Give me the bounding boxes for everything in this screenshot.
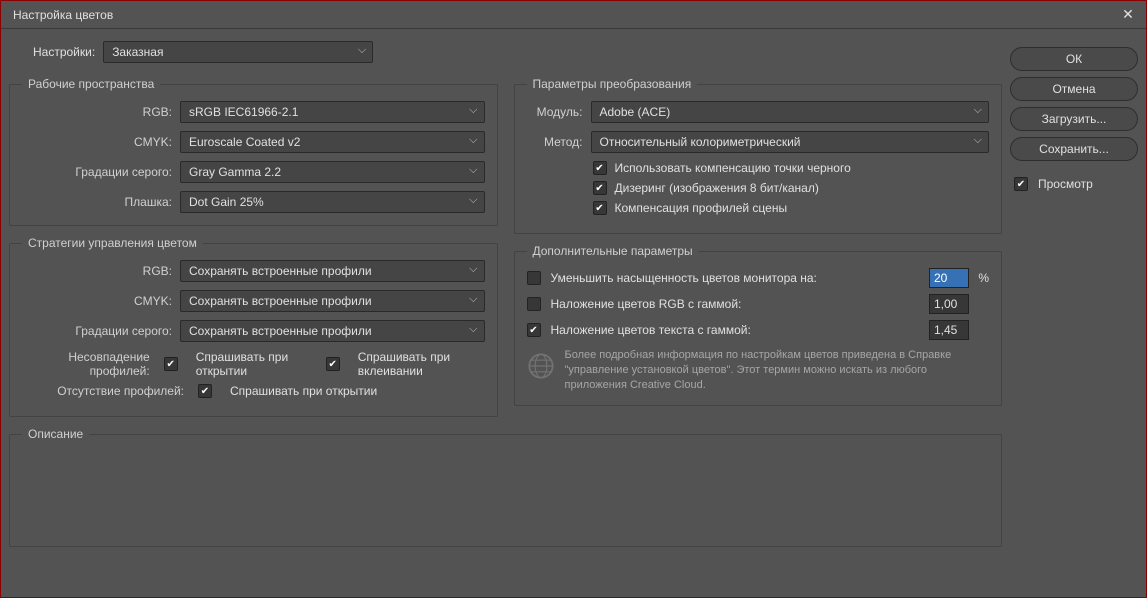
columns: Рабочие пространства RGB: sRGB IEC61966-… <box>9 77 1002 417</box>
intent-label: Метод: <box>527 135 583 149</box>
ask-open2-checkbox[interactable] <box>198 384 212 398</box>
bpc-label: Использовать компенсацию точки черного <box>615 161 851 175</box>
spot-dropdown[interactable]: Dot Gain 25% <box>180 191 485 213</box>
cancel-button[interactable]: Отмена <box>1010 77 1138 101</box>
workspaces-legend: Рабочие пространства <box>22 77 160 91</box>
rgb-dropdown[interactable]: sRGB IEC61966-2.1 <box>180 101 485 123</box>
engine-dropdown[interactable]: Adobe (ACE) <box>591 101 990 123</box>
dialog-title: Настройка цветов <box>13 8 113 22</box>
right-column: Параметры преобразования Модуль: Adobe (… <box>514 77 1003 417</box>
text-gamma-label: Наложение цветов текста с гаммой: <box>551 323 751 337</box>
bpc-checkbox[interactable] <box>593 161 607 175</box>
policies-legend: Стратегии управления цветом <box>22 236 203 250</box>
settings-label: Настройки: <box>33 45 95 59</box>
ask-open-label: Спрашивать при открытии <box>196 350 312 378</box>
preview-label: Просмотр <box>1038 177 1093 191</box>
cmyk-label: CMYK: <box>22 135 172 149</box>
policy-rgb-value: Сохранять встроенные профили <box>189 264 372 278</box>
policy-rgb-dropdown[interactable]: Сохранять встроенные профили <box>180 260 485 282</box>
close-button[interactable]: ✕ <box>1118 5 1138 25</box>
gray-dropdown[interactable]: Gray Gamma 2.2 <box>180 161 485 183</box>
description-fieldset: Описание <box>9 427 1002 547</box>
left-column: Рабочие пространства RGB: sRGB IEC61966-… <box>9 77 498 417</box>
rgb-value: sRGB IEC61966-2.1 <box>189 105 298 119</box>
text-gamma-input[interactable] <box>929 320 969 340</box>
rgb-gamma-input[interactable] <box>929 294 969 314</box>
missing-label: Отсутствие профилей: <box>22 384 184 398</box>
dither-label: Дизеринг (изображения 8 бит/канал) <box>615 181 819 195</box>
rgb-gamma-checkbox[interactable] <box>527 297 541 311</box>
settings-value: Заказная <box>112 45 163 59</box>
dither-checkbox[interactable] <box>593 181 607 195</box>
desat-suffix: % <box>978 271 989 285</box>
settings-dropdown[interactable]: Заказная <box>103 41 373 63</box>
engine-value: Adobe (ACE) <box>600 105 671 119</box>
cmyk-value: Euroscale Coated v2 <box>189 135 300 149</box>
advanced-note: Более подробная информация по настройкам… <box>565 348 990 393</box>
workspaces-fieldset: Рабочие пространства RGB: sRGB IEC61966-… <box>9 77 498 226</box>
load-button[interactable]: Загрузить... <box>1010 107 1138 131</box>
globe-icon <box>527 352 555 380</box>
right-panel: ОК Отмена Загрузить... Сохранить... Прос… <box>1010 41 1138 589</box>
advanced-legend: Дополнительные параметры <box>527 244 699 258</box>
intent-value: Относительный колориметрический <box>600 135 801 149</box>
policies-fieldset: Стратегии управления цветом RGB: Сохраня… <box>9 236 498 417</box>
advanced-fieldset: Дополнительные параметры Уменьшить насыщ… <box>514 244 1003 406</box>
settings-row: Настройки: Заказная <box>33 41 1002 63</box>
ask-paste-label: Спрашивать при вклеивании <box>358 350 485 378</box>
preview-checkbox[interactable] <box>1014 177 1028 191</box>
conversion-fieldset: Параметры преобразования Модуль: Adobe (… <box>514 77 1003 234</box>
ask-open-checkbox[interactable] <box>164 357 178 371</box>
gray-value: Gray Gamma 2.2 <box>189 165 281 179</box>
titlebar: Настройка цветов ✕ <box>1 1 1146 29</box>
policy-gray-label: Градации серого: <box>22 324 172 338</box>
close-icon: ✕ <box>1122 6 1134 23</box>
ask-paste-checkbox[interactable] <box>326 357 340 371</box>
policy-cmyk-dropdown[interactable]: Сохранять встроенные профили <box>180 290 485 312</box>
main-area: Настройки: Заказная Рабочие пространства… <box>9 41 1002 589</box>
description-legend: Описание <box>22 427 89 441</box>
scene-checkbox[interactable] <box>593 201 607 215</box>
color-settings-dialog: Настройка цветов ✕ Настройки: Заказная Р… <box>0 0 1147 598</box>
policy-cmyk-label: CMYK: <box>22 294 172 308</box>
scene-label: Компенсация профилей сцены <box>615 201 788 215</box>
ok-button[interactable]: ОК <box>1010 47 1138 71</box>
gray-label: Градации серого: <box>22 165 172 179</box>
spot-label: Плашка: <box>22 195 172 209</box>
policy-gray-dropdown[interactable]: Сохранять встроенные профили <box>180 320 485 342</box>
rgb-label: RGB: <box>22 105 172 119</box>
desat-label: Уменьшить насыщенность цветов монитора н… <box>551 271 817 285</box>
text-gamma-checkbox[interactable] <box>527 323 541 337</box>
desat-checkbox[interactable] <box>527 271 541 285</box>
save-button[interactable]: Сохранить... <box>1010 137 1138 161</box>
policy-gray-value: Сохранять встроенные профили <box>189 324 372 338</box>
ask-open2-label: Спрашивать при открытии <box>230 384 377 398</box>
cmyk-dropdown[interactable]: Euroscale Coated v2 <box>180 131 485 153</box>
policy-rgb-label: RGB: <box>22 264 172 278</box>
content: Настройки: Заказная Рабочие пространства… <box>1 29 1146 597</box>
spot-value: Dot Gain 25% <box>189 195 264 209</box>
mismatch-label: Несовпадение профилей: <box>22 350 150 378</box>
intent-dropdown[interactable]: Относительный колориметрический <box>591 131 990 153</box>
conversion-legend: Параметры преобразования <box>527 77 698 91</box>
engine-label: Модуль: <box>527 105 583 119</box>
desat-input[interactable] <box>929 268 969 288</box>
rgb-gamma-label: Наложение цветов RGB с гаммой: <box>551 297 742 311</box>
policy-cmyk-value: Сохранять встроенные профили <box>189 294 372 308</box>
